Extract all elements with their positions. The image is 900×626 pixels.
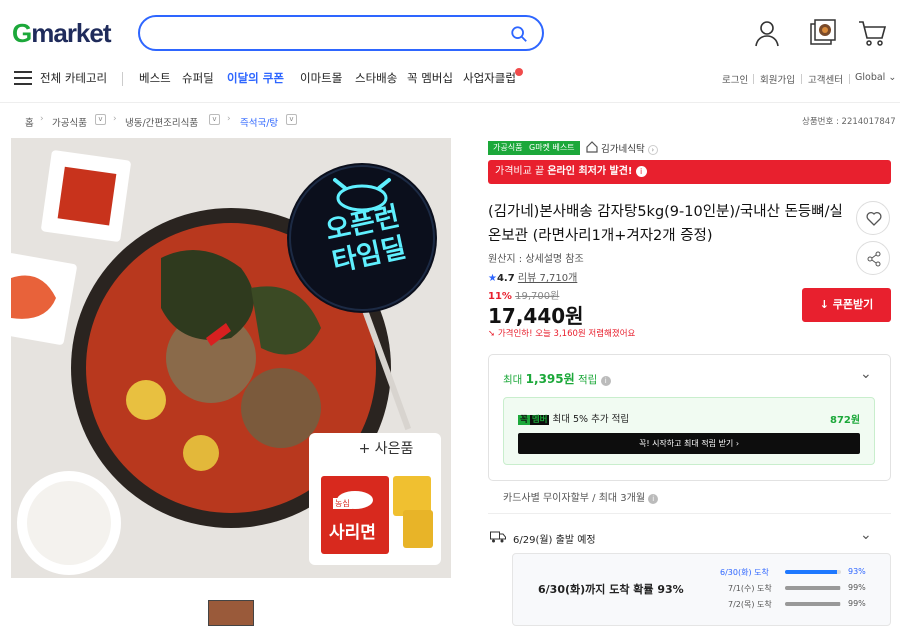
truck-icon	[490, 531, 506, 543]
signup-link[interactable]: 회원가입	[760, 72, 795, 86]
info-icon[interactable]: i	[648, 494, 659, 504]
max-points: 최대 1,395원 적립 i	[503, 370, 611, 387]
origin-text: 원산지 : 상세설명 참조	[488, 254, 584, 265]
nav-monthly-coupon[interactable]: 이달의 쿠폰	[227, 70, 284, 86]
global-link[interactable]: Global ⌄	[855, 72, 896, 83]
breadcrumb-home[interactable]: 홈	[25, 115, 34, 129]
wishlist-button[interactable]	[856, 201, 890, 235]
installment-text: 카드사별 무이자할부 / 최대 3개월 i	[503, 489, 659, 504]
arrival-row-pct: 99%	[848, 599, 866, 608]
membership-points-box	[503, 397, 875, 465]
breadcrumb-processed-food[interactable]: 가공식품	[52, 115, 87, 129]
gmarket-logo[interactable]: Gmarket	[12, 18, 112, 49]
search-input[interactable]	[138, 15, 544, 51]
price-drop-note: ➘ 가격인하! 오늘 3,160원 저렴해졌어요	[488, 329, 636, 339]
customer-center-link[interactable]: 고객센터	[808, 72, 843, 86]
chevron-right-icon: ›	[40, 114, 44, 124]
breadcrumb-instant-soup[interactable]: 즉석국/탕	[240, 115, 278, 129]
nav-emart[interactable]: 이마트몰	[300, 70, 342, 86]
chevron-down-icon[interactable]: v	[286, 114, 297, 125]
lowest-price-banner[interactable]: 가격비교 끝 온라인 최저가 발견! i	[488, 160, 891, 184]
nav-business-club[interactable]: 사업자클럽	[463, 70, 516, 86]
chevron-down-icon: ⌄	[888, 72, 897, 83]
sale-price: 17,440원	[488, 304, 584, 328]
cart-icon[interactable]	[857, 18, 887, 48]
download-icon: ↓	[819, 298, 829, 311]
best-badge: G마켓 베스트	[524, 141, 580, 155]
info-icon: i	[635, 166, 647, 177]
gift-label: + 사은품	[358, 441, 414, 457]
shop-icon	[586, 141, 598, 153]
nav-star-delivery[interactable]: 스타배송	[355, 70, 397, 86]
chevron-right-icon: ›	[227, 114, 231, 124]
arrival-row-pct: 93%	[848, 567, 866, 576]
arrival-row-label: 7/2(목) 도착	[728, 600, 772, 609]
login-link[interactable]: 로그인	[722, 72, 748, 86]
new-dot-icon	[515, 68, 523, 76]
start-membership-button[interactable]: 꼭! 시작하고 최대 적립 받기 ›	[518, 433, 860, 454]
seller-link[interactable]: 김가네식탁 ›	[601, 141, 658, 155]
arrival-row-bar	[785, 602, 841, 606]
heart-icon	[866, 211, 882, 226]
coupon-download-button[interactable]: ↓ 쿠폰받기	[802, 288, 891, 322]
arrival-row-bar	[785, 570, 841, 574]
search-icon[interactable]	[510, 25, 528, 43]
thumbnail-1[interactable]	[208, 600, 254, 626]
member-points-value: 872원	[830, 415, 861, 426]
user-icon[interactable]	[752, 18, 782, 48]
all-categories-link[interactable]: 전체 카테고리	[40, 70, 107, 86]
nav-best[interactable]: 베스트	[139, 70, 171, 86]
info-icon[interactable]: i	[600, 376, 611, 386]
chevron-right-icon: ›	[647, 145, 658, 155]
nav-superdeal[interactable]: 슈퍼딜	[182, 70, 214, 86]
arrow-down-icon: ➘	[488, 329, 496, 339]
arrival-row-label: 6/30(화) 도착	[720, 568, 769, 577]
menu-icon[interactable]	[14, 71, 32, 85]
product-number: 상품번호 : 2214017847	[802, 117, 896, 127]
member-points-row: 꼭 멤버 최대 5% 추가 적립	[518, 414, 630, 425]
chevron-down-icon[interactable]: v	[95, 114, 106, 125]
product-image[interactable]: 오픈런 타임딜 + 사은품 농심 사리면	[11, 138, 451, 578]
chevron-down-icon[interactable]: ⌄	[860, 366, 872, 382]
gift-brand: 농심	[333, 498, 352, 509]
recent-view-icon[interactable]	[808, 18, 838, 48]
gift-name: 사리면	[329, 523, 376, 543]
arrival-row-label: 7/1(수) 도착	[728, 584, 772, 593]
category-badge: 가공식품	[488, 141, 528, 155]
chevron-right-icon: ›	[113, 114, 117, 124]
departure-date: 6/29(월) 출발 예정	[513, 535, 596, 546]
chevron-down-icon[interactable]: ⌄	[860, 527, 872, 543]
star-icon: ★	[488, 273, 497, 284]
product-title: (김가네)본사배송 감자탕5kg(9-10인분)/국내산 돈등뼈/실온보관 (라…	[488, 204, 843, 244]
chevron-down-icon[interactable]: v	[209, 114, 220, 125]
arrival-row-pct: 99%	[848, 583, 866, 592]
arrival-probability: 6/30(화)까지 도착 확률 93%	[538, 583, 684, 596]
share-icon	[867, 251, 881, 267]
nav-membership[interactable]: 꼭 멤버십	[407, 70, 453, 86]
rating-row[interactable]: ★4.7 리뷰 7,710개	[488, 269, 577, 284]
arrival-row-bar	[785, 586, 841, 590]
share-button[interactable]	[856, 241, 890, 275]
breadcrumb-frozen-food[interactable]: 냉동/간편조리식품	[125, 115, 198, 129]
